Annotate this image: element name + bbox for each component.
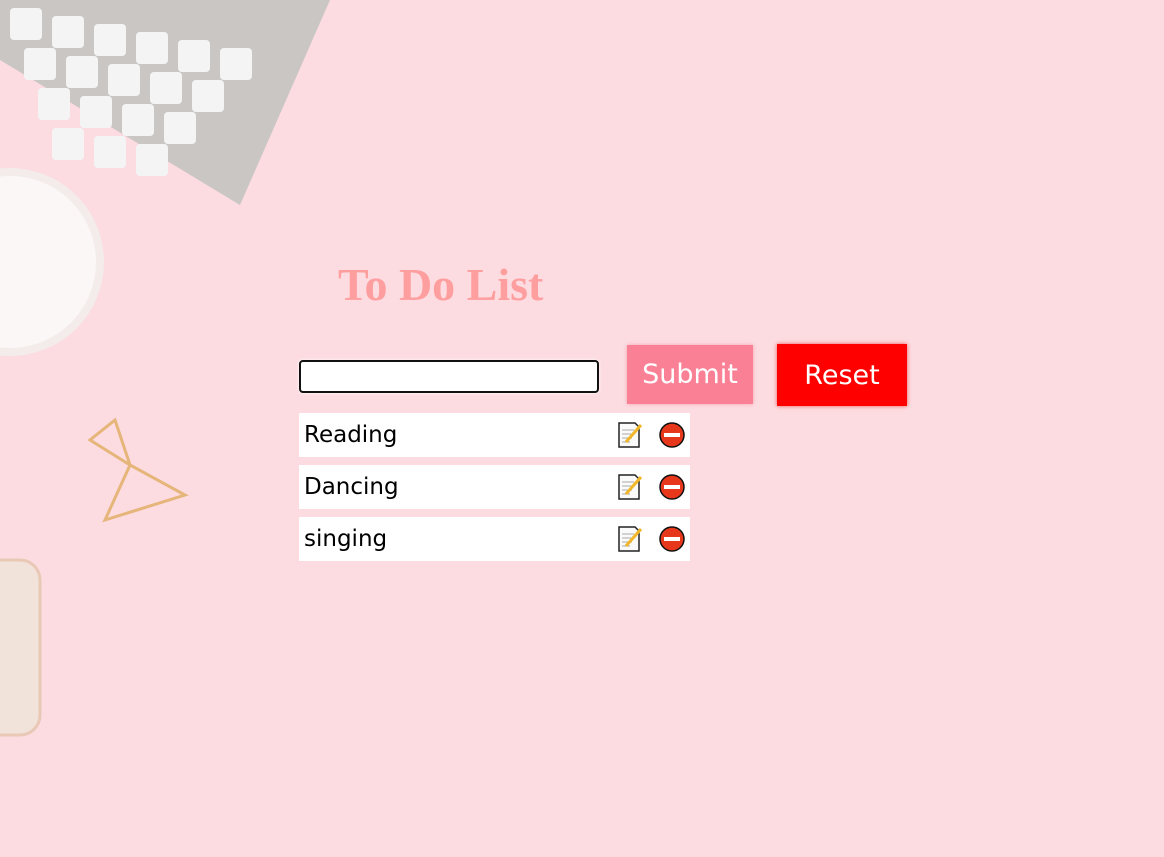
key-decoration	[66, 56, 98, 88]
phone-decoration	[0, 558, 42, 737]
paperclip-decoration	[87, 417, 189, 523]
key-decoration	[108, 64, 140, 96]
todo-input[interactable]	[299, 360, 599, 393]
delete-minus-circle-icon[interactable]	[658, 525, 686, 553]
key-decoration	[94, 136, 126, 168]
key-decoration	[220, 48, 252, 80]
delete-minus-circle-icon[interactable]	[658, 421, 686, 449]
todo-item-text: Dancing	[304, 474, 399, 500]
key-decoration	[94, 24, 126, 56]
key-decoration	[10, 8, 42, 40]
todo-item-text: singing	[304, 526, 388, 552]
key-decoration	[122, 104, 154, 136]
edit-note-icon[interactable]	[616, 525, 644, 553]
delete-minus-circle-icon[interactable]	[658, 473, 686, 501]
submit-button[interactable]: Submit	[627, 345, 753, 404]
todo-item: Reading	[299, 413, 690, 457]
key-decoration	[192, 80, 224, 112]
key-decoration	[136, 32, 168, 64]
key-decoration	[52, 16, 84, 48]
todo-item-text: Reading	[304, 422, 398, 448]
key-decoration	[178, 40, 210, 72]
key-decoration	[164, 112, 196, 144]
key-decoration	[80, 96, 112, 128]
reset-button[interactable]: Reset	[777, 344, 907, 406]
todo-item: singing	[299, 517, 690, 561]
key-decoration	[24, 48, 56, 80]
dish-decoration	[0, 168, 104, 356]
key-decoration	[150, 72, 182, 104]
key-decoration	[136, 144, 168, 176]
keyboard-decoration	[0, 0, 330, 205]
key-decoration	[38, 88, 70, 120]
edit-note-icon[interactable]	[616, 473, 644, 501]
todo-item: Dancing	[299, 465, 690, 509]
edit-note-icon[interactable]	[616, 421, 644, 449]
key-decoration	[52, 128, 84, 160]
page-title: To Do List	[338, 259, 544, 310]
